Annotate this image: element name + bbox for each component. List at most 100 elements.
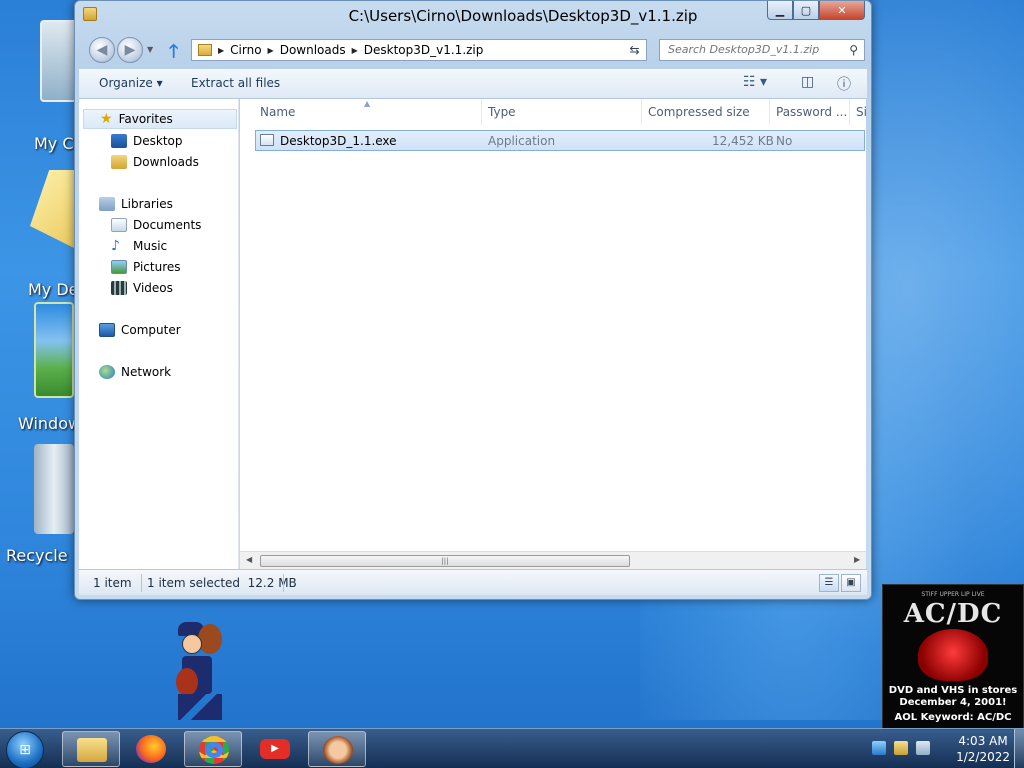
firefox-icon [136,735,166,763]
sidebar-item-desktop[interactable]: Desktop [111,131,183,151]
clock-date: 1/2/2022 [956,750,1010,764]
explorer-window[interactable]: C:\Users\Cirno\Downloads\Desktop3D_v1.1.… [74,0,872,600]
desktop-icon-label: Recycle [6,546,68,565]
column-header-type[interactable]: Type [482,99,642,125]
item-count: 1 item [93,576,132,590]
windows-start-icon [34,302,74,398]
sidebar-item-computer[interactable]: Computer [99,320,181,340]
help-icon[interactable]: ⓘ [837,74,851,94]
folder-icon [30,170,78,250]
sidebar-item-label: Pictures [133,260,181,274]
document-icon [111,218,127,232]
show-desktop-button[interactable] [1014,729,1024,768]
maximize-button[interactable]: ▢ [793,1,819,20]
file-compressed-size: 12,452 KB [712,134,774,148]
taskbar-mascot-app[interactable] [308,731,366,767]
column-header-size[interactable]: Si [850,99,866,125]
sidebar-item-downloads[interactable]: Downloads [111,152,199,172]
desktop-icon-label: My C [34,134,74,153]
status-divider [141,574,142,592]
action-center-icon[interactable] [872,741,886,755]
ad-tagline: STIFF UPPER LIP LIVE [921,591,985,598]
window-title: C:\Users\Cirno\Downloads\Desktop3D_v1.1.… [348,7,698,25]
start-button[interactable]: ⊞ [6,731,44,768]
file-row-desktop3d[interactable]: Desktop3D_1.1.exe Application 12,452 KB … [255,130,865,151]
mascot-face-icon [323,736,353,764]
scroll-right-icon[interactable]: ▶ [854,555,860,564]
sidebar-item-label: Network [121,365,172,379]
sidebar-item-libraries[interactable]: Libraries [99,194,173,214]
sidebar-item-label: Libraries [121,197,173,211]
breadcrumb-zip[interactable]: Desktop3D_v1.1.zip [364,43,484,57]
ad-logo: AC/DC [903,599,1003,629]
sidebar-item-label: Computer [121,323,181,337]
recycle-bin-icon [34,444,74,534]
desktop-icon-label: Window [18,414,82,433]
taskbar-explorer[interactable] [62,731,120,767]
search-icon[interactable]: ⚲ [849,43,858,57]
scroll-left-icon[interactable]: ◀ [246,555,252,564]
network-globe-icon [99,365,115,379]
organize-button[interactable]: Organize ▾ [99,76,163,90]
close-button[interactable]: ✕ [819,1,865,20]
taskbar-youtube[interactable]: ▶ [246,731,304,767]
minimize-button[interactable]: ▁ [767,1,793,20]
star-icon: ★ [100,111,113,127]
devil-head-icon [918,629,988,681]
refresh-button[interactable]: ⇆ [623,39,647,61]
title-bar[interactable]: C:\Users\Cirno\Downloads\Desktop3D_v1.1.… [75,1,871,31]
system-clock[interactable]: 4:03 AM 1/2/2022 [956,733,1010,765]
breadcrumb-separator[interactable]: ▶ [268,46,274,55]
breadcrumb-separator[interactable]: ▶ [352,46,358,55]
sidebar-item-label: Favorites [118,112,173,126]
desktop-icon [111,134,127,148]
sidebar-item-documents[interactable]: Documents [111,215,201,235]
breadcrumb-separator[interactable]: ▶ [218,46,224,55]
recent-pages-dropdown[interactable]: ▼ [147,45,153,54]
sidebar-item-favorites[interactable]: ★ Favorites [83,109,237,129]
acdc-advertisement[interactable]: STIFF UPPER LIP LIVE AC/DC DVD and VHS i… [882,584,1024,730]
breadcrumb-downloads[interactable]: Downloads [280,43,346,57]
large-icons-view-button[interactable]: ▣ [841,574,861,592]
scrollbar-thumb[interactable]: ||| [260,555,630,567]
chrome-icon [199,736,229,764]
back-button[interactable]: ◀ [89,37,115,63]
navigation-bar: ◀ ▶ ▼ 🡑 ▶ Cirno ▶ Downloads ▶ Desktop3D_… [75,33,871,67]
horizontal-scrollbar[interactable]: ◀ ||| ▶ [240,551,866,569]
address-bar[interactable]: ▶ Cirno ▶ Downloads ▶ Desktop3D_v1.1.zip… [191,39,647,61]
pictures-icon [111,260,127,274]
view-options-icon[interactable]: ☷ ▾ [743,74,767,90]
computer-icon [99,323,115,337]
column-header-name[interactable]: Name [254,99,482,125]
guitar-icon [176,668,198,696]
forward-button[interactable]: ▶ [117,37,143,63]
taskbar-firefox[interactable] [122,731,180,767]
sidebar-item-videos[interactable]: Videos [111,278,173,298]
file-password: No [776,134,793,148]
sidebar-item-music[interactable]: ♪ Music [111,236,167,256]
search-input[interactable] [668,43,838,56]
status-bar: 1 item 1 item selected 12.2 MB ☰ ▣ [79,569,867,595]
sidebar-item-label: Documents [133,218,202,232]
network-icon[interactable] [916,741,930,755]
clock-time: 4:03 AM [958,734,1008,748]
extract-all-button[interactable]: Extract all files [191,76,280,90]
file-list[interactable]: ▲ Name Type Compressed size Password ...… [240,99,866,551]
column-header-password[interactable]: Password ... [770,99,850,125]
power-icon[interactable] [894,741,908,755]
animated-mascot [170,616,230,726]
ad-keyword: AOL Keyword: AC/DC [894,712,1012,723]
sidebar-item-pictures[interactable]: Pictures [111,257,181,277]
navigation-pane: ★ Favorites Desktop Downloads Libraries … [79,99,239,569]
youtube-icon: ▶ [260,739,290,759]
breadcrumb-cirno[interactable]: Cirno [230,43,261,57]
search-box[interactable]: ⚲ [659,39,865,61]
up-arrow-icon[interactable]: 🡑 [169,39,178,69]
ad-release-line-1: DVD and VHS in stores [888,685,1018,696]
sidebar-item-network[interactable]: Network [99,362,171,382]
folder-icon [77,738,107,762]
details-view-button[interactable]: ☰ [819,574,839,592]
taskbar-chrome[interactable] [184,731,242,767]
column-header-compressed-size[interactable]: Compressed size [642,99,770,125]
preview-pane-icon[interactable]: ◫ [801,74,814,90]
